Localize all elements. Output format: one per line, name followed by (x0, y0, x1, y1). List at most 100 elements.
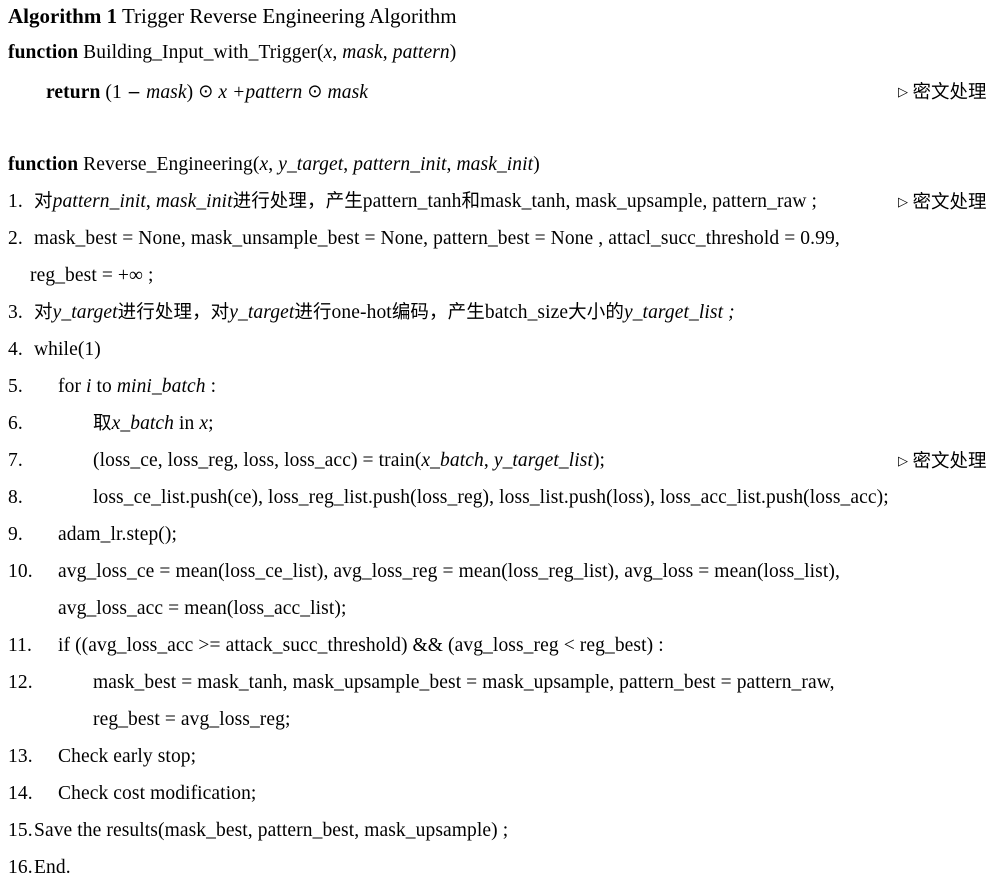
step-text-fragment: End. (34, 857, 71, 878)
odot-icon: ⊙ (198, 81, 214, 102)
step-text-fragment: for (58, 376, 87, 397)
minus-icon: − (126, 83, 142, 103)
step-text-fragment: x (199, 413, 209, 434)
step-number: 8. (8, 487, 23, 508)
return-keyword: return (46, 82, 101, 103)
step-text-fragment: in (174, 413, 200, 434)
step-number: 16. (8, 857, 33, 878)
return-mask-2: mask (327, 82, 369, 103)
function2-arg-x: x (259, 154, 269, 175)
step-text-fragment: 取 (93, 413, 112, 434)
function-keyword-1: function (8, 42, 79, 63)
algorithm-title-text: Trigger Reverse Engineering Algorithm (117, 4, 457, 28)
step-text-fragment: to (91, 376, 117, 397)
algorithm-step: 16.End. (8, 855, 71, 881)
triangle-right-icon: ▷ (898, 85, 908, 100)
algorithm-step: 5. for i to mini_batch : (8, 374, 216, 400)
function2-arg-y-target: y_target (278, 154, 344, 175)
function-arg-pattern: pattern (392, 42, 450, 63)
annotation-text: 密文处理 (912, 82, 987, 103)
step-text-fragment: reg_best = +∞ ; (30, 265, 154, 286)
step-text-fragment: 对 (34, 191, 53, 212)
step-text-fragment: mini_batch (116, 376, 206, 397)
step-number: 11. (8, 635, 32, 656)
return-mask-1: mask (141, 82, 187, 103)
step-text-fragment: , (145, 191, 156, 212)
algorithm-step: 13. Check early stop; (8, 744, 196, 770)
step-text-fragment: ); (592, 450, 606, 471)
triangle-right-icon: ▷ (898, 195, 908, 210)
algorithm-step: 11. if ((avg_loss_acc >= attack_succ_thre… (8, 633, 664, 659)
step-text-fragment: x_batch (111, 413, 175, 434)
algorithm-step: 7. (loss_ce, loss_reg, loss, loss_acc) = … (8, 448, 605, 474)
step-text-fragment: mask_best = None, mask_unsample_best = N… (34, 228, 840, 249)
step-text-fragment: , (483, 450, 494, 471)
step-text-fragment: 进行 (294, 302, 332, 323)
odot-icon: ⊙ (307, 81, 323, 102)
step-text-fragment: y_target (52, 302, 118, 323)
step-text-fragment: 进行处理，对 (117, 302, 230, 323)
step-number: 2. (8, 228, 23, 249)
algorithm-step: 15.Save the results(mask_best, pattern_b… (8, 818, 508, 844)
arg-sep: , (268, 154, 279, 175)
algorithm-step: 6. 取x_batch in x; (8, 411, 214, 437)
annotation-step: ▷ 密文处理 (898, 189, 987, 216)
step-text-fragment: 大小的 (568, 302, 624, 323)
step-text-fragment: y_target (229, 302, 295, 323)
step-text-fragment: 编码，产生 (391, 302, 485, 323)
return-pattern: pattern (245, 82, 303, 103)
function2-arg-pattern-init: pattern_init (353, 154, 447, 175)
function-name-1: Building_Input_with_Trigger( (78, 42, 324, 63)
step-number: 5. (8, 376, 23, 397)
paren-close: ) (449, 42, 457, 63)
step-number: 3. (8, 302, 23, 323)
step-text-fragment: one-hot (331, 302, 392, 323)
function-signature-1: function Building_Input_with_Trigger(x, … (8, 40, 456, 66)
step-text-fragment: y_target_list ; (623, 302, 735, 323)
algorithm-step: 4. while(1) (8, 337, 101, 363)
step-text-fragment: batch_size (484, 302, 569, 323)
algorithm-title-label: Algorithm 1 (8, 4, 118, 28)
annotation-step: ▷ 密文处理 (898, 448, 987, 475)
algorithm-step: 3. 对y_target进行处理，对y_target进行one-hot编码，产生b… (8, 300, 735, 326)
step-number: 12. (8, 672, 33, 693)
function-signature-2: function Reverse_Engineering(x, y_target… (8, 152, 540, 178)
step-number: 14. (8, 783, 33, 804)
step-number: 1. (8, 191, 23, 212)
step-text-fragment: while(1) (34, 339, 101, 360)
step-text-fragment: if ((avg_loss_acc >= attack_succ_thresho… (58, 635, 664, 656)
return-open-paren: (1 (100, 82, 127, 103)
function-arg-mask: mask (342, 42, 383, 63)
step-text-fragment: mask_init (155, 191, 233, 212)
step-text-fragment: Check cost modification; (58, 783, 257, 804)
return-close-paren: ) (186, 82, 199, 103)
arg-sep: , (343, 154, 354, 175)
step-text-fragment: y_target_list (493, 450, 593, 471)
step-text-fragment: 进行处理，产生 (232, 191, 363, 212)
step-text-fragment: mask_tanh, mask_upsample, pattern_raw ; (480, 191, 818, 212)
step-text-fragment: pattern_init (52, 191, 146, 212)
step-text-fragment: x_batch (421, 450, 484, 471)
algorithm-step: 9. adam_lr.step(); (8, 522, 177, 548)
step-text-fragment: 对 (34, 302, 53, 323)
step-text-fragment: 和 (461, 191, 481, 212)
algorithm-step: reg_best = avg_loss_reg; (8, 707, 291, 733)
algorithm-title: Algorithm 1 Trigger Reverse Engineering … (8, 2, 457, 30)
algorithm-step: 1. 对pattern_init, mask_init进行处理，产生pattern… (8, 189, 817, 215)
step-text-fragment: avg_loss_acc = mean(loss_acc_list); (58, 598, 347, 619)
algorithm-step: 10. avg_loss_ce = mean(loss_ce_list), avg… (8, 559, 840, 585)
step-text-fragment: loss_ce_list.push(ce), loss_reg_list.pus… (93, 487, 889, 508)
step-number: 13. (8, 746, 33, 767)
annotation-text: 密文处理 (912, 192, 987, 213)
triangle-right-icon: ▷ (898, 454, 908, 469)
annotation-text: 密文处理 (912, 451, 987, 472)
return-statement: return (1 − mask) ⊙ x +pattern ⊙ mask (46, 79, 368, 106)
step-text-fragment: avg_loss_ce = mean(loss_ce_list), avg_lo… (58, 561, 840, 582)
step-number: 9. (8, 524, 23, 545)
step-text-fragment: Save the results(mask_best, pattern_best… (34, 820, 509, 841)
algorithm-step: 2. mask_best = None, mask_unsample_best =… (8, 226, 840, 252)
function-name-2: Reverse_Engineering( (78, 154, 260, 175)
arg-sep: , (382, 42, 393, 63)
algorithm-step: avg_loss_acc = mean(loss_acc_list); (8, 596, 347, 622)
algorithm-step: 8. loss_ce_list.push(ce), loss_reg_list.p… (8, 485, 889, 511)
